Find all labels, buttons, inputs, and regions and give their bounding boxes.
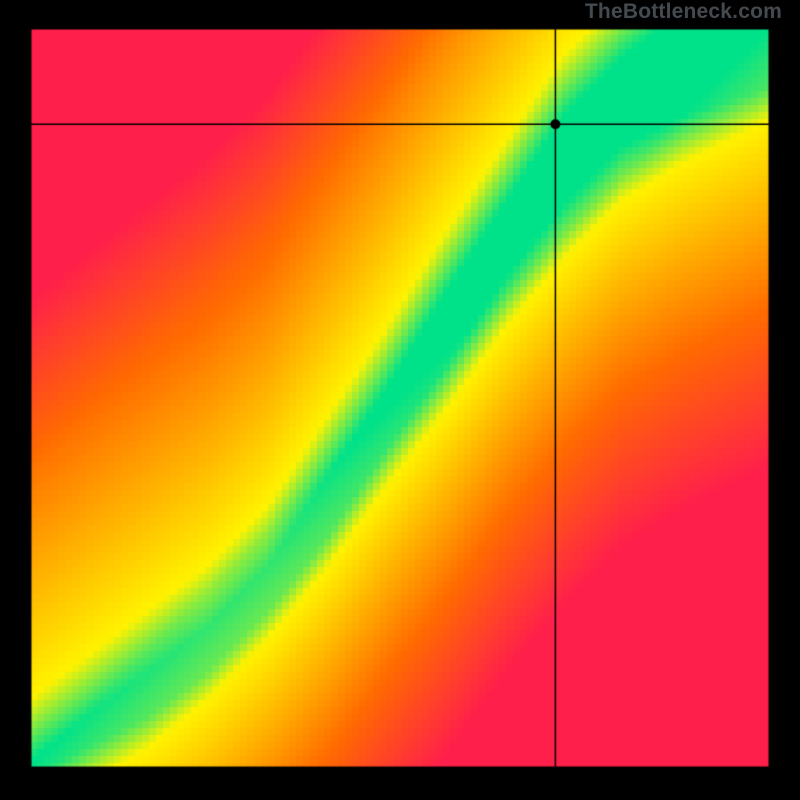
bottleneck-heatmap	[30, 28, 770, 768]
watermark-label: TheBottleneck.com	[585, 0, 782, 24]
